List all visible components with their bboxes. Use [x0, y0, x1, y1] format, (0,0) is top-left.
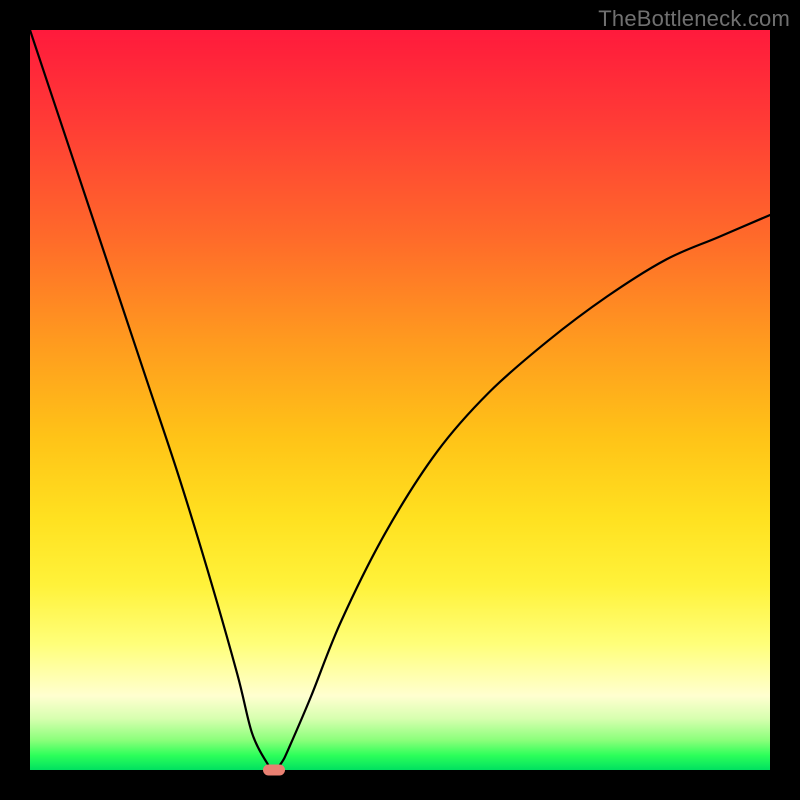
plot-area: [30, 30, 770, 770]
optimal-point-marker: [263, 765, 285, 776]
bottleneck-curve: [30, 30, 770, 770]
watermark-text: TheBottleneck.com: [598, 6, 790, 32]
curve-svg: [30, 30, 770, 770]
chart-frame: TheBottleneck.com: [0, 0, 800, 800]
